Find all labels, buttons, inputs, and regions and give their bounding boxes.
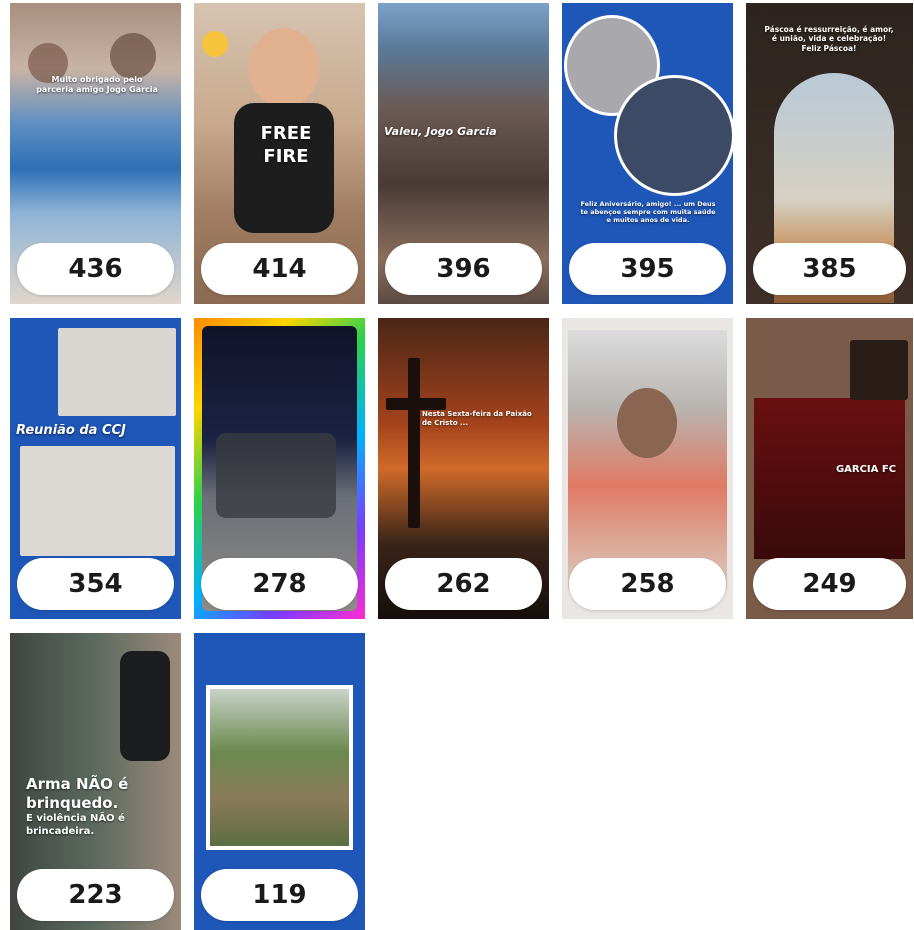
view-count: 395 bbox=[569, 243, 726, 295]
story-tile[interactable]: Arma NÃO é brinquedo. E violência NÃO é … bbox=[10, 633, 181, 930]
view-count: 385 bbox=[753, 243, 906, 295]
story-caption: Muito obrigado pelo parceria amigo Jogo … bbox=[36, 75, 158, 94]
view-count: 414 bbox=[201, 243, 358, 295]
view-count: 278 bbox=[201, 558, 358, 610]
stories-grid: Muito obrigado pelo parceria amigo Jogo … bbox=[0, 0, 914, 930]
view-count: 396 bbox=[385, 243, 542, 295]
shirt-print: FREE FIRE bbox=[260, 123, 312, 167]
story-tile[interactable]: Valeu, Jogo Garcia 396 bbox=[378, 3, 549, 304]
story-tile[interactable]: 258 bbox=[562, 318, 733, 619]
story-caption: Valeu, Jogo Garcia bbox=[384, 125, 497, 138]
story-tile[interactable]: Reunião da CCJ 354 bbox=[10, 318, 181, 619]
view-count: 258 bbox=[569, 558, 726, 610]
story-caption: Feliz Aniversário, amigo! ... um Deus te… bbox=[580, 200, 716, 225]
view-count: 262 bbox=[385, 558, 542, 610]
view-count: 249 bbox=[753, 558, 906, 610]
story-caption: Reunião da CCJ bbox=[16, 423, 126, 438]
story-tile[interactable]: Muito obrigado pelo parceria amigo Jogo … bbox=[10, 3, 181, 304]
story-tile[interactable]: 278 bbox=[194, 318, 365, 619]
story-caption: Arma NÃO é brinquedo. bbox=[26, 775, 129, 812]
view-count: 119 bbox=[201, 869, 358, 921]
story-tile[interactable]: Páscoa é ressurreição, é amor, é união, … bbox=[746, 3, 913, 304]
story-caption: Nesta Sexta-feira da Paixão de Cristo ..… bbox=[422, 410, 532, 427]
story-caption: GARCIA FC bbox=[835, 464, 897, 475]
story-tile[interactable]: FREE FIRE 414 bbox=[194, 3, 365, 304]
view-count: 223 bbox=[17, 869, 174, 921]
story-thumbnail bbox=[568, 330, 727, 589]
story-tile[interactable]: GARCIA FC 249 bbox=[746, 318, 913, 619]
view-count: 436 bbox=[17, 243, 174, 295]
story-tile[interactable]: Nesta Sexta-feira da Paixão de Cristo ..… bbox=[378, 318, 549, 619]
story-thumbnail bbox=[754, 398, 905, 559]
story-thumbnail bbox=[206, 685, 353, 850]
story-tile[interactable]: Feliz Aniversário, amigo! ... um Deus te… bbox=[562, 3, 733, 304]
story-caption: Páscoa é ressurreição, é amor, é união, … bbox=[764, 25, 894, 53]
story-tile[interactable]: 119 bbox=[194, 633, 365, 930]
story-subcaption: E violência NÃO é brincadeira. bbox=[26, 813, 125, 837]
view-count: 354 bbox=[17, 558, 174, 610]
